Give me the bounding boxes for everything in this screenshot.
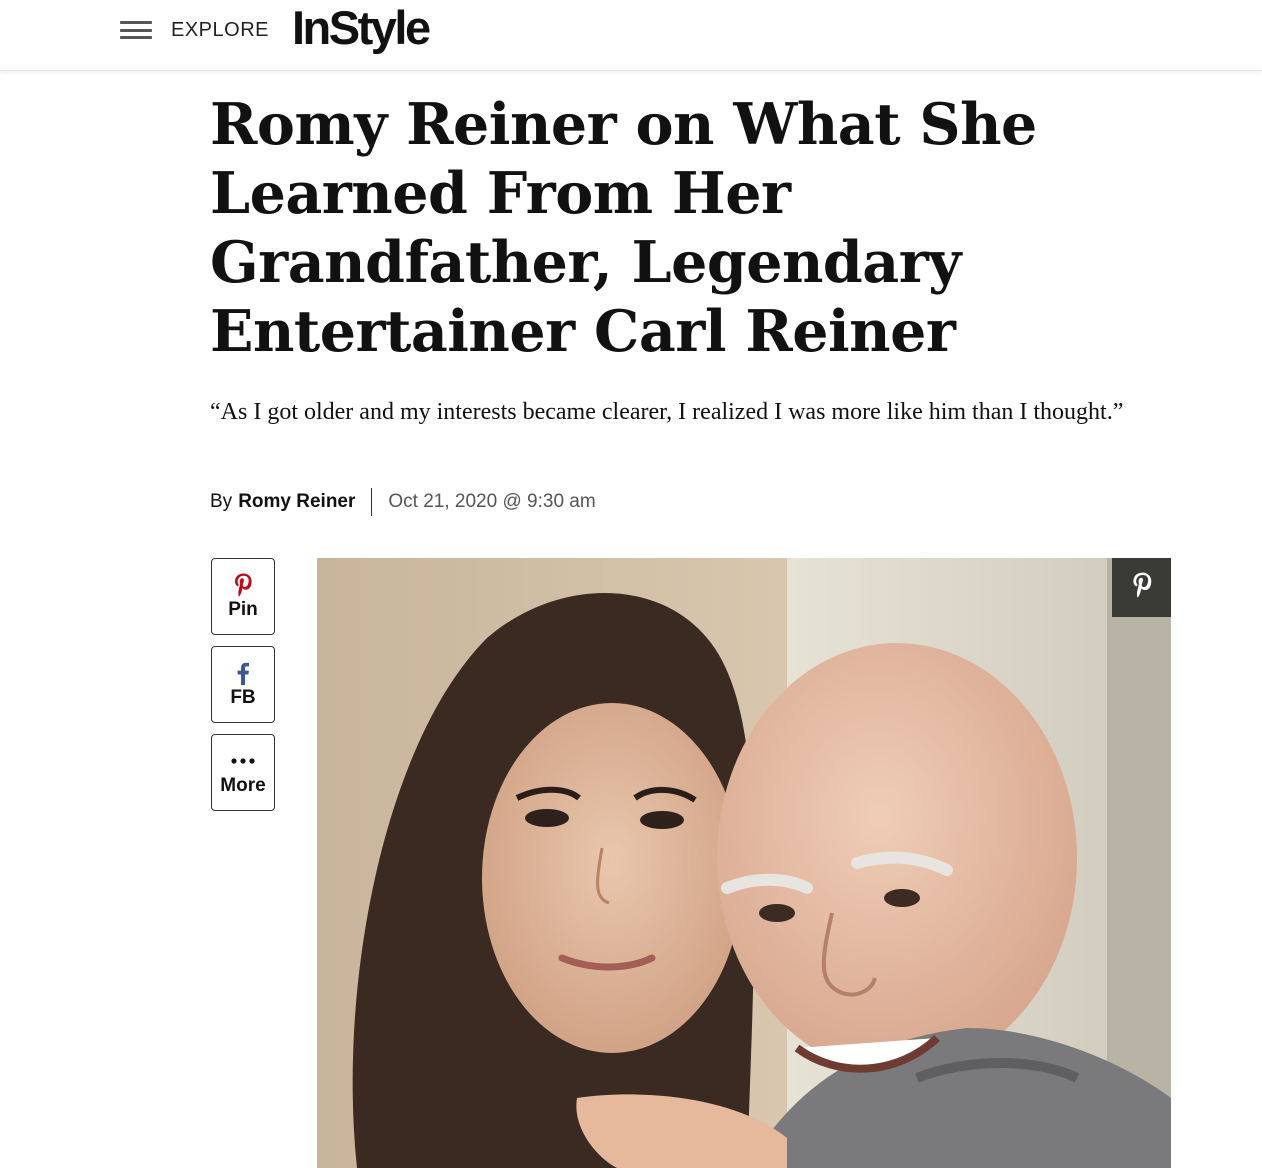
instyle-logo[interactable]: InStyle bbox=[292, 0, 431, 56]
image-pin-button[interactable] bbox=[1112, 558, 1171, 617]
share-more-button[interactable]: More bbox=[211, 734, 275, 811]
share-fb-label: FB bbox=[230, 687, 256, 708]
byline-divider bbox=[371, 488, 373, 516]
share-facebook-button[interactable]: FB bbox=[211, 646, 275, 723]
byline-prefix: By bbox=[210, 491, 233, 512]
pinterest-icon bbox=[233, 572, 253, 598]
share-pin-label: Pin bbox=[228, 599, 258, 620]
share-pin-button[interactable]: Pin bbox=[211, 558, 275, 635]
ellipsis-icon bbox=[230, 748, 256, 774]
hero-image[interactable] bbox=[317, 558, 1171, 1168]
publish-date: Oct 21, 2020 @ 9:30 am bbox=[388, 491, 596, 512]
article-headline: Romy Reiner on What She Learned From Her… bbox=[210, 91, 1037, 365]
explore-menu-button[interactable]: EXPLORE bbox=[118, 12, 269, 48]
article-dek: “As I got older and my interests became … bbox=[210, 399, 1124, 425]
facebook-icon bbox=[236, 660, 250, 686]
byline: By Romy Reiner Oct 21, 2020 @ 9:30 am bbox=[210, 488, 596, 516]
explore-label[interactable]: EXPLORE bbox=[171, 19, 269, 42]
pinterest-icon bbox=[1131, 571, 1153, 604]
author-link[interactable]: Romy Reiner bbox=[238, 491, 355, 513]
share-more-label: More bbox=[220, 775, 266, 796]
hamburger-icon[interactable] bbox=[118, 17, 154, 43]
site-header: EXPLORE InStyle bbox=[0, 0, 1262, 71]
